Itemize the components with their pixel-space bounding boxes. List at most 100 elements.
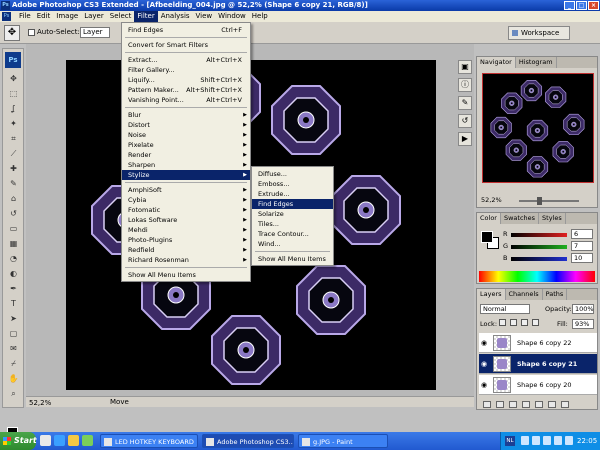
filter-menu-item-cybia[interactable]: Cybia [122,195,250,205]
dock-navigator-icon[interactable]: ▣ [458,60,472,74]
dock-info-icon[interactable]: ⓘ [458,78,472,92]
filter-menu-item-noise[interactable]: Noise [122,130,250,140]
quicklaunch-folder-icon[interactable] [68,435,79,446]
menu-analysis[interactable]: Analysis [158,11,193,22]
shape-tool-icon[interactable]: ▢ [7,328,20,339]
notes-tool-icon[interactable]: ✉ [7,343,20,354]
dock-brush-icon[interactable]: ✎ [458,96,472,110]
quicklaunch-browser-icon[interactable] [54,435,65,446]
minimize-icon[interactable]: _ [564,1,575,10]
link-layers-icon[interactable] [483,401,491,408]
filter-menu-item-blur[interactable]: Blur [122,110,250,120]
move-tool-icon[interactable]: ✥ [7,73,20,84]
filter-menu-item-sharpen[interactable]: Sharpen [122,160,250,170]
brush-tool-icon[interactable]: ✎ [7,178,20,189]
navigator-tab-navigator[interactable]: Navigator [477,57,516,68]
filter-menu-item-redfield[interactable]: Redfield [122,245,250,255]
visibility-eye-icon[interactable]: ◉ [481,381,489,389]
tray-update-icon[interactable] [554,436,562,445]
tray-security-icon[interactable] [543,436,551,445]
eraser-tool-icon[interactable]: ▭ [7,223,20,234]
menu-window[interactable]: Window [215,11,249,22]
fill-field[interactable]: 93% [572,319,594,329]
channel-value-field[interactable]: 10 [571,253,593,263]
delete-layer-icon[interactable] [561,401,569,408]
workspace-button[interactable]: Workspace [508,26,570,40]
taskbar-item-led-hotkey-keyboard[interactable]: LED HOTKEY KEYBOARD [100,434,198,448]
eyedropper-icon[interactable]: ⌿ [7,358,20,369]
dodge-tool-icon[interactable]: ◐ [7,268,20,279]
filter-menu-item-convert-for-smart-filters[interactable]: Convert for Smart Filters [122,40,250,50]
visibility-eye-icon[interactable]: ◉ [481,360,489,368]
crop-tool-icon[interactable]: ⌗ [7,133,20,144]
filter-menu-item-pixelate[interactable]: Pixelate [122,140,250,150]
filter-menu-item-lokas-software[interactable]: Lokas Software [122,215,250,225]
stylize-menu-item-tiles[interactable]: Tiles... [252,219,333,229]
navigator-preview[interactable] [482,73,594,183]
menu-file[interactable]: File [16,11,34,22]
filter-menu-item-photo-plugins[interactable]: Photo-Plugins [122,235,250,245]
stylize-menu-item-solarize[interactable]: Solarize [252,209,333,219]
layers-tab-layers[interactable]: Layers [477,289,506,300]
stylize-menu-item-show-all-menu-items[interactable]: Show All Menu Items [252,254,333,264]
stylize-menu-item-find-edges[interactable]: Find Edges [252,199,333,209]
stylize-menu-item-wind[interactable]: Wind... [252,239,333,249]
menu-edit[interactable]: Edit [34,11,54,22]
color-tab-swatches[interactable]: Swatches [501,213,540,224]
filter-menu-item-richard-rosenman[interactable]: Richard Rosenman [122,255,250,265]
hand-tool-icon[interactable]: ✋ [7,373,20,384]
taskbar-item-g-jpg-paint[interactable]: g.JPG - Paint [298,434,388,448]
menu-image[interactable]: Image [53,11,81,22]
blur-tool-icon[interactable]: ◔ [7,253,20,264]
stylize-menu-item-extrude[interactable]: Extrude... [252,189,333,199]
channel-slider[interactable] [511,257,567,261]
lock-pixels-icon[interactable] [510,319,517,326]
navigator-zoom-slider[interactable] [519,197,579,205]
stylize-menu-item-diffuse[interactable]: Diffuse... [252,169,333,179]
new-layer-icon[interactable] [548,401,556,408]
navigator-tab-histogram[interactable]: Histogram [516,57,557,68]
filter-menu-item-vanishing-point[interactable]: Vanishing Point... Alt+Ctrl+V [122,95,250,105]
history-brush-icon[interactable]: ↺ [7,208,20,219]
stylize-menu-item-trace-contour[interactable]: Trace Contour... [252,229,333,239]
filter-menu-item-render[interactable]: Render [122,150,250,160]
healing-brush-icon[interactable]: ✚ [7,163,20,174]
taskbar-item-adobe-photoshop-cs3[interactable]: Adobe Photoshop CS3... [202,434,294,448]
foreground-color-swatch[interactable] [481,231,493,243]
menu-select[interactable]: Select [107,11,135,22]
auto-select-dropdown[interactable]: Layer [80,27,110,38]
filter-menu-item-amphisoft[interactable]: AmphiSoft [122,185,250,195]
magic-wand-icon[interactable]: ✦ [7,118,20,129]
language-indicator[interactable]: NL [505,436,515,446]
gradient-tool-icon[interactable]: ▦ [7,238,20,249]
tray-network-icon[interactable] [521,436,529,445]
tray-volume-icon[interactable] [532,436,540,445]
layer-row[interactable]: ◉ Shape 6 copy 21 [479,354,597,374]
close-icon[interactable]: × [588,1,599,10]
slice-tool-icon[interactable]: ⟋ [7,148,20,159]
maximize-icon[interactable]: □ [576,1,587,10]
layer-row[interactable]: ◉ Shape 6 copy 20 [479,375,597,395]
filter-menu-item-distort[interactable]: Distort [122,120,250,130]
clone-stamp-icon[interactable]: ⌂ [7,193,20,204]
pen-tool-icon[interactable]: ✒ [7,283,20,294]
move-tool-preset-icon[interactable]: ✥ [4,25,20,41]
quicklaunch-desktop-icon[interactable] [40,435,51,446]
stylize-menu-item-emboss[interactable]: Emboss... [252,179,333,189]
color-tab-color[interactable]: Color [477,213,501,224]
filter-menu-item-extract[interactable]: Extract... Alt+Ctrl+X [122,55,250,65]
menu-help[interactable]: Help [249,11,271,22]
color-tab-styles[interactable]: Styles [539,213,566,224]
channel-slider[interactable] [511,245,567,249]
zoom-tool-icon[interactable]: ⌕ [7,388,20,399]
layer-row[interactable]: ◉ Shape 6 copy 22 [479,333,597,353]
menu-view[interactable]: View [193,11,216,22]
quicklaunch-media-icon[interactable] [82,435,93,446]
filter-menu-item-pattern-maker[interactable]: Pattern Maker... Alt+Shift+Ctrl+X [122,85,250,95]
layers-tab-channels[interactable]: Channels [506,289,543,300]
color-spectrum[interactable] [479,271,595,282]
lock-all-icon[interactable] [532,319,539,326]
channel-slider[interactable] [511,233,567,237]
lasso-tool-icon[interactable]: ʆ [7,103,20,114]
filter-menu-item-stylize[interactable]: Stylize [122,170,250,180]
